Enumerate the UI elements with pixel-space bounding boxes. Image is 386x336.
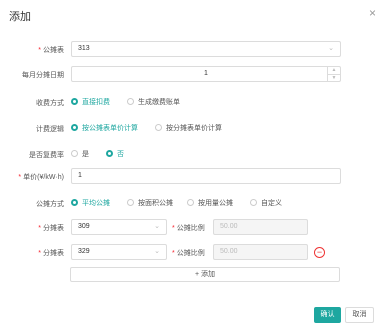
down-icon: ▼ bbox=[331, 75, 337, 81]
radio-yes[interactable]: 是 bbox=[71, 149, 89, 159]
share-mode-row: 公摊方式 平均公摊 按面积公摊 按用量公摊 自定义 bbox=[0, 195, 386, 213]
radio-custom[interactable]: 自定义 bbox=[250, 198, 282, 208]
meter-select[interactable]: 313 ⌄ bbox=[71, 41, 341, 57]
radio-by-sub-meter-price[interactable]: 按分摊表单价计算 bbox=[155, 123, 222, 133]
reuse-rate-row: 是否复费率 是 否 bbox=[0, 146, 386, 164]
sub-meter-select[interactable]: 309 ⌄ bbox=[71, 219, 167, 235]
radio-by-share-meter-price[interactable]: 按公摊表单价计算 bbox=[71, 123, 138, 133]
ratio-label: * 公摊比例 bbox=[172, 225, 205, 232]
price-label: * 单价(¥/kW·h) bbox=[18, 174, 64, 181]
price-row: * 单价(¥/kW·h) 1 bbox=[0, 168, 386, 186]
reuse-rate-label: 是否复费率 bbox=[29, 152, 64, 159]
radio-generate-bill[interactable]: 生成缴费账单 bbox=[127, 97, 180, 107]
price-input[interactable]: 1 bbox=[71, 168, 341, 184]
radio-area-share[interactable]: 按面积公摊 bbox=[127, 198, 173, 208]
remove-row-icon[interactable]: − bbox=[314, 247, 325, 258]
add-row-button[interactable]: + 添加 bbox=[70, 267, 340, 282]
day-label: 每月分摊日期 bbox=[22, 72, 64, 79]
sub-meter-label: * 分摊表 bbox=[38, 225, 64, 232]
day-row: 每月分摊日期 1 ▲ ▼ bbox=[0, 66, 386, 84]
chevron-down-icon: ⌄ bbox=[328, 45, 334, 52]
radio-direct-charge[interactable]: 直接扣费 bbox=[71, 97, 110, 107]
calc-logic-label: 计费逻辑 bbox=[36, 126, 64, 133]
ratio-input[interactable]: 50.00 bbox=[213, 244, 308, 260]
day-stepper[interactable]: 1 ▲ ▼ bbox=[71, 66, 341, 82]
radio-no[interactable]: 否 bbox=[106, 149, 124, 159]
sub-meter-row: * 分摊表 329 ⌄ * 公摊比例 50.00 − bbox=[0, 244, 386, 262]
stepper-buttons[interactable]: ▲ ▼ bbox=[327, 67, 340, 81]
sub-meter-label: * 分摊表 bbox=[38, 250, 64, 257]
up-icon: ▲ bbox=[328, 67, 340, 75]
chevron-down-icon: ⌄ bbox=[154, 223, 160, 230]
close-icon[interactable]: × bbox=[369, 6, 376, 20]
ratio-input[interactable]: 50.00 bbox=[213, 219, 308, 235]
share-mode-label: 公摊方式 bbox=[36, 201, 64, 208]
charge-mode-row: 收费方式 直接扣费 生成缴费账单 bbox=[0, 94, 386, 112]
meter-label: * 公摊表 bbox=[38, 47, 64, 54]
dialog-title: 添加 bbox=[9, 11, 31, 23]
calc-logic-row: 计费逻辑 按公摊表单价计算 按分摊表单价计算 bbox=[0, 120, 386, 138]
radio-usage-share[interactable]: 按用量公摊 bbox=[187, 198, 233, 208]
sub-meter-row: * 分摊表 309 ⌄ * 公摊比例 50.00 bbox=[0, 219, 386, 237]
cancel-button[interactable]: 取消 bbox=[345, 307, 374, 323]
confirm-button[interactable]: 确认 bbox=[314, 307, 341, 323]
add-dialog: 添加 × * 公摊表 313 ⌄ 每月分摊日期 1 ▲ ▼ 收费方式 直接扣费 生成缴… bbox=[0, 0, 386, 336]
radio-average-share[interactable]: 平均公摊 bbox=[71, 198, 110, 208]
chevron-down-icon: ⌄ bbox=[154, 248, 160, 255]
meter-row: * 公摊表 313 ⌄ bbox=[0, 41, 386, 59]
ratio-label: * 公摊比例 bbox=[172, 250, 205, 257]
sub-meter-select[interactable]: 329 ⌄ bbox=[71, 244, 167, 260]
charge-mode-label: 收费方式 bbox=[36, 100, 64, 107]
